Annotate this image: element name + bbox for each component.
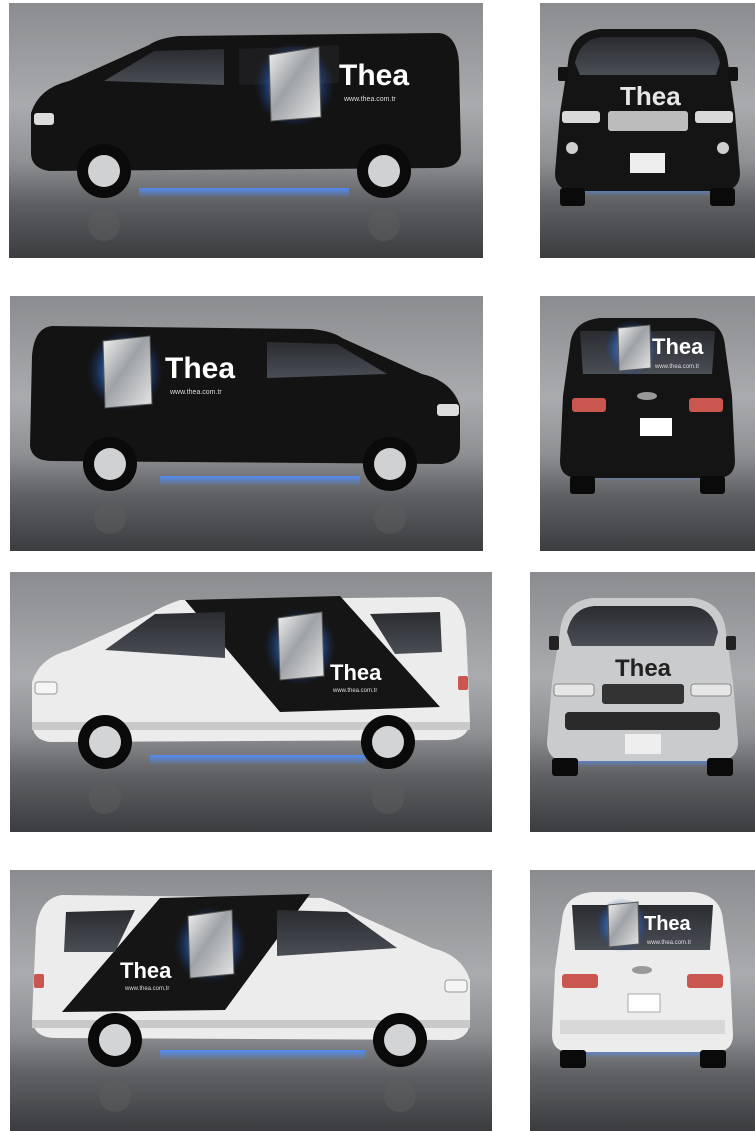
van-front-silver: Thea (530, 572, 755, 832)
van-side-white-1: Thea www.thea.com.tr (10, 572, 492, 832)
website-text: www.thea.com.tr (332, 688, 377, 694)
website-text: www.thea.com.tr (169, 389, 222, 396)
website-text: www.thea.com.tr (343, 96, 396, 103)
van-front-black: Thea (540, 3, 755, 258)
van-side-black-1: Thea www.thea.com.tr (9, 3, 483, 258)
logo-text: Thea (652, 334, 704, 359)
logo-text: Thea (120, 958, 172, 983)
logo-text: Thea (330, 660, 382, 685)
logo-text: Thea (615, 655, 672, 682)
logo-text: Thea (339, 59, 409, 92)
van-front-black-image: Thea (555, 29, 740, 206)
logo-text: Thea (644, 913, 692, 935)
van-front-silver-image: Thea (547, 598, 738, 776)
van-rear-black: Thea www.thea.com.tr (540, 296, 755, 551)
van-side-black-2: Thea www.thea.com.tr (10, 296, 483, 551)
van-side-white-2: Thea www.thea.com.tr (10, 870, 492, 1131)
website-text: www.thea.com.tr (646, 940, 691, 946)
van-rear-white: Thea www.thea.com.tr (530, 870, 755, 1131)
website-text: www.thea.com.tr (124, 986, 169, 992)
van-side-black-right-image: Thea www.thea.com.tr (30, 326, 460, 534)
logo-text: Thea (165, 352, 235, 385)
van-side-white-left-image: Thea www.thea.com.tr (32, 596, 470, 814)
logo-text: Thea (620, 81, 681, 111)
van-rear-black-image: Thea www.thea.com.tr (560, 318, 735, 494)
van-side-white-right-image: Thea www.thea.com.tr (32, 894, 470, 1112)
van-side-black-left-image: Thea www.thea.com.tr (31, 33, 461, 241)
van-rear-white-image: Thea www.thea.com.tr (552, 892, 733, 1068)
website-text: www.thea.com.tr (654, 364, 699, 370)
